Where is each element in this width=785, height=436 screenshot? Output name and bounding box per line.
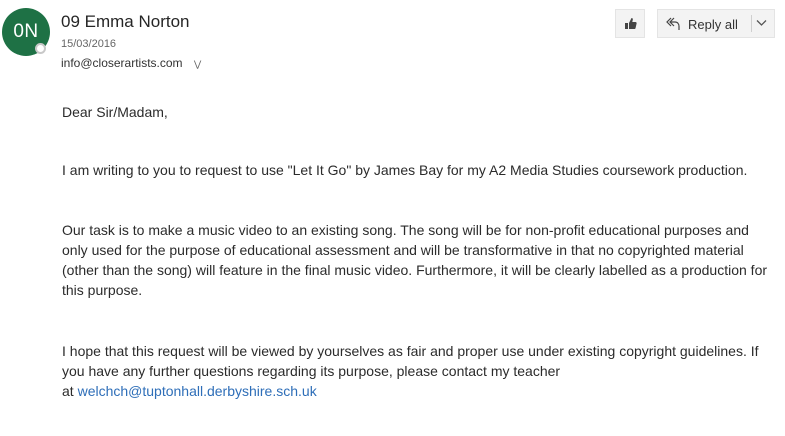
like-button[interactable] (615, 9, 645, 38)
reply-all-button[interactable]: Reply all (657, 9, 775, 38)
paragraph-3-text: I hope that this request will be viewed … (62, 343, 759, 379)
teacher-email-link[interactable]: welchch@tuptonhall.derbyshire.sch.uk (78, 383, 317, 399)
message-paragraph-2: Our task is to make a music video to an … (62, 222, 768, 298)
button-divider (751, 15, 752, 32)
recipient-address[interactable]: info@closerartists.com (61, 56, 183, 70)
message-greeting: Dear Sir/Madam, (62, 104, 168, 120)
presence-status-icon (35, 43, 46, 54)
reply-all-icon (666, 17, 680, 30)
expand-recipients-icon[interactable]: ⋁ (194, 59, 201, 69)
message-paragraph-1: I am writing to you to request to use "L… (62, 162, 748, 178)
message-date: 15/03/2016 (61, 38, 117, 50)
paragraph-3-prefix: at (62, 383, 74, 399)
sender-name[interactable]: 09 Emma Norton (61, 12, 190, 32)
recipient-line[interactable]: info@closerartists.com ⋁ (61, 56, 201, 70)
chevron-down-icon[interactable] (756, 19, 767, 27)
message-paragraph-3: I hope that this request will be viewed … (62, 341, 777, 401)
reply-all-label: Reply all (688, 17, 738, 32)
thumbs-up-icon (625, 18, 637, 29)
